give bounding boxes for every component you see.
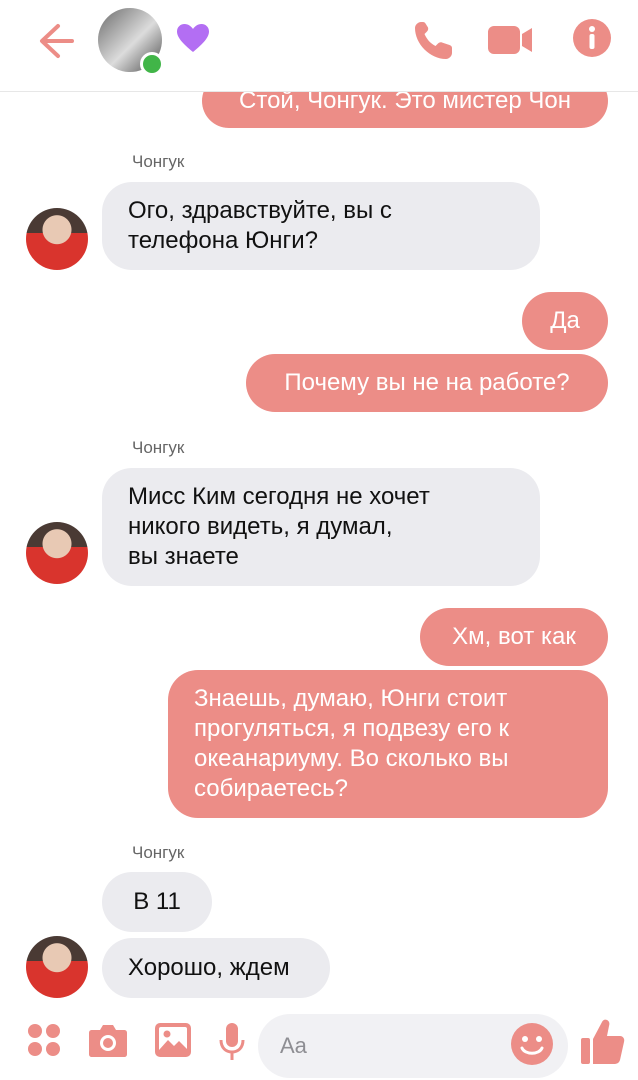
image-icon[interactable]: [154, 1022, 192, 1058]
message-incoming[interactable]: Мисс Ким сегодня не хочет никого видеть,…: [102, 468, 540, 586]
message-incoming[interactable]: В 11: [102, 872, 212, 932]
sender-avatar[interactable]: [26, 936, 88, 998]
purple-heart-icon: [177, 24, 209, 52]
sender-name: Чонгук: [132, 843, 185, 862]
chat-header: [0, 0, 638, 92]
back-arrow-icon[interactable]: [34, 20, 76, 62]
apps-icon[interactable]: [26, 1022, 62, 1058]
online-status-dot: [140, 52, 164, 76]
sender-avatar[interactable]: [26, 208, 88, 270]
sender-name: Чонгук: [132, 152, 185, 171]
message-outgoing[interactable]: Да: [522, 292, 608, 350]
sender-avatar[interactable]: [26, 522, 88, 584]
video-camera-icon[interactable]: [486, 18, 534, 62]
emoji-icon[interactable]: [510, 1022, 554, 1066]
message-outgoing[interactable]: Почему вы не на работе?: [246, 354, 608, 412]
message-incoming[interactable]: Ого, здравствуйте, вы с телефона Юнги?: [102, 182, 540, 270]
sender-name: Чонгук: [132, 438, 185, 457]
thumbs-up-icon[interactable]: [580, 1018, 626, 1066]
message-outgoing[interactable]: Хм, вот как: [420, 608, 608, 666]
camera-icon[interactable]: [88, 1022, 128, 1058]
message-input[interactable]: [280, 1028, 500, 1064]
microphone-icon[interactable]: [218, 1022, 246, 1062]
message-incoming[interactable]: Хорошо, ждем: [102, 938, 330, 998]
info-icon[interactable]: [572, 18, 612, 58]
composer-bar: [0, 1004, 638, 1080]
phone-icon[interactable]: [412, 18, 456, 62]
message-outgoing[interactable]: Знаешь, думаю, Юнги стоит прогуляться, я…: [168, 670, 608, 818]
